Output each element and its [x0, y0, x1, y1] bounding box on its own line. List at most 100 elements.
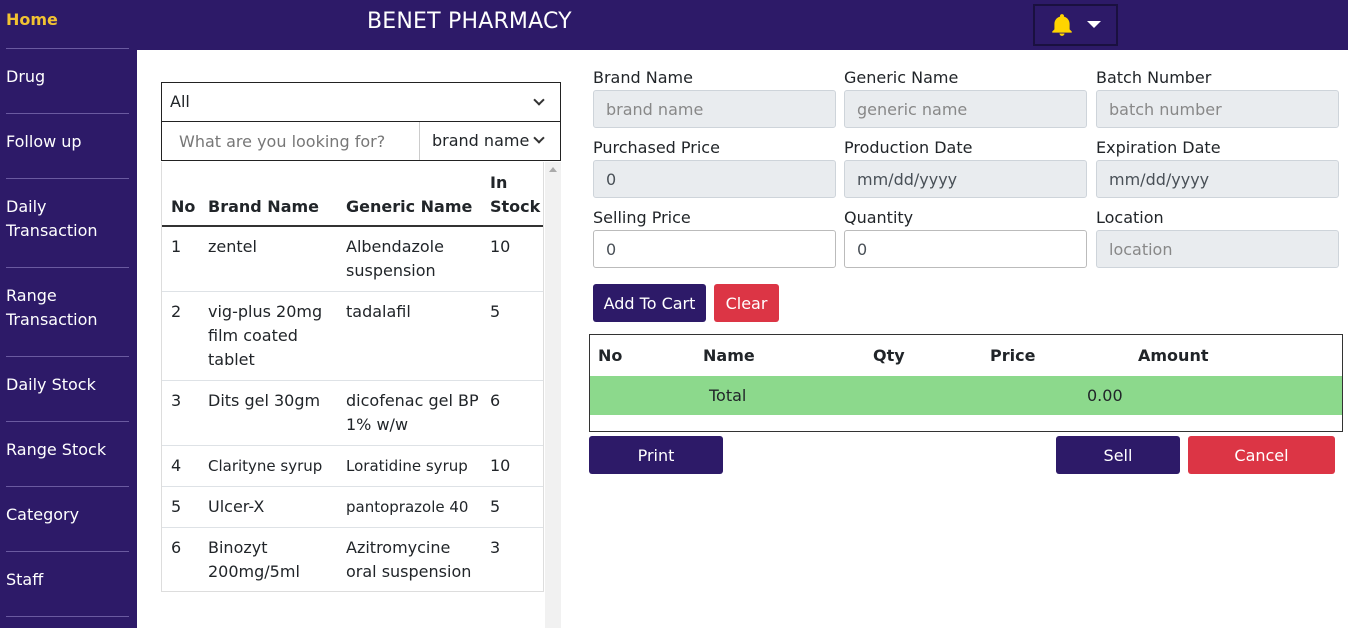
app-title: BENET PHARMACY — [367, 9, 572, 34]
cell-generic-name: Loratidine syrup — [346, 457, 468, 475]
location-field[interactable] — [1096, 230, 1339, 268]
cart-total-row: Total 0.00 — [590, 376, 1342, 415]
row-divider — [162, 486, 543, 487]
cell-in-stock: 10 — [490, 456, 511, 475]
drug-table: No Brand Name Generic Name In Stock 1 ze… — [161, 162, 544, 592]
quantity-field[interactable] — [844, 230, 1087, 268]
column-header-brand-name: Brand Name — [208, 197, 320, 216]
location-label: Location — [1096, 208, 1164, 227]
quantity-label: Quantity — [844, 208, 914, 227]
sidebar-item-range-stock[interactable]: Range Stock — [6, 438, 106, 462]
purchased-price-field[interactable] — [593, 160, 836, 198]
sidebar-item-drug[interactable]: Drug — [6, 65, 45, 89]
selling-price-field[interactable] — [593, 230, 836, 268]
sell-button[interactable]: Sell — [1056, 436, 1180, 474]
production-date-label: Production Date — [844, 138, 973, 157]
table-scrollbar[interactable] — [545, 162, 561, 628]
cell-brand-name: vig-plus 20mg film coated tablet — [208, 302, 323, 369]
cell-brand-name: Binozyt 200mg/5ml — [208, 538, 300, 581]
notification-dropdown-button[interactable] — [1033, 4, 1118, 46]
cell-generic-name: dicofenac gel BP 1% w/w — [346, 391, 479, 434]
print-button[interactable]: Print — [589, 436, 723, 474]
clear-button[interactable]: Clear — [714, 284, 779, 322]
cell-generic-name: Albendazole suspension — [346, 237, 444, 280]
cell-brand-name: Ulcer-X — [208, 497, 265, 516]
cart-header-price: Price — [990, 346, 1036, 365]
column-header-no: No — [171, 197, 196, 216]
sidebar-divider — [6, 178, 129, 179]
cell-in-stock: 3 — [490, 538, 501, 557]
sidebar-item-daily-transaction[interactable]: Daily Transaction — [6, 195, 116, 243]
sidebar: Home Drug Follow up Daily Transaction Ra… — [0, 0, 137, 628]
expiration-date-label: Expiration Date — [1096, 138, 1221, 157]
cell-generic-name: Azitromycine oral suspension — [346, 538, 472, 581]
search-input[interactable] — [162, 122, 420, 160]
top-bar: BENET PHARMACY — [137, 0, 1348, 50]
sidebar-divider — [6, 486, 129, 487]
expiration-date-field[interactable] — [1096, 160, 1339, 198]
sidebar-divider — [6, 616, 129, 617]
batch-number-label: Batch Number — [1096, 68, 1212, 87]
brand-name-label: Brand Name — [593, 68, 693, 87]
row-divider — [162, 380, 543, 381]
cancel-button[interactable]: Cancel — [1188, 436, 1335, 474]
bell-icon — [1052, 14, 1072, 36]
cell-generic-name: tadalafil — [346, 302, 411, 321]
cell-in-stock: 10 — [490, 237, 511, 256]
cell-in-stock: 5 — [490, 302, 501, 321]
sidebar-divider — [6, 267, 129, 268]
generic-name-label: Generic Name — [844, 68, 959, 87]
cell-no: 3 — [171, 391, 182, 410]
cart-total-value: 0.00 — [1087, 386, 1123, 405]
category-select[interactable]: All — [161, 82, 561, 122]
selling-price-label: Selling Price — [593, 208, 691, 227]
cell-brand-name: Clarityne syrup — [208, 457, 323, 475]
scroll-up-arrow-icon[interactable] — [549, 167, 557, 172]
sidebar-item-daily-stock[interactable]: Daily Stock — [6, 373, 96, 397]
cell-brand-name: zentel — [208, 237, 257, 256]
add-to-cart-button[interactable]: Add To Cart — [593, 284, 706, 322]
sidebar-divider — [6, 113, 129, 114]
cell-brand-name: Dits gel 30gm — [208, 391, 321, 410]
production-date-field[interactable] — [844, 160, 1087, 198]
cart-header-name: Name — [703, 346, 755, 365]
chevron-down-icon — [533, 94, 545, 106]
cell-no: 4 — [171, 456, 182, 475]
batch-number-field[interactable] — [1096, 90, 1339, 128]
cart-header-no: No — [598, 346, 623, 365]
cell-no: 2 — [171, 302, 182, 321]
sidebar-divider — [6, 48, 129, 49]
purchased-price-label: Purchased Price — [593, 138, 720, 157]
cell-no: 1 — [171, 237, 182, 256]
row-divider — [162, 291, 543, 292]
cart-header-qty: Qty — [873, 346, 905, 365]
row-divider — [162, 445, 543, 446]
chevron-down-icon — [533, 132, 545, 144]
row-divider — [162, 527, 543, 528]
cell-no: 6 — [171, 538, 182, 557]
category-select-value: All — [170, 92, 190, 111]
generic-name-field[interactable] — [844, 90, 1087, 128]
cell-generic-name: pantoprazole 40 — [346, 498, 469, 516]
caret-down-icon — [1087, 21, 1101, 28]
cell-in-stock: 6 — [490, 391, 501, 410]
sidebar-item-range-transaction[interactable]: Range Transaction — [6, 284, 116, 332]
column-header-in-stock: In Stock — [490, 173, 541, 216]
cart-table: No Name Qty Price Amount Total 0.00 — [589, 334, 1343, 432]
column-header-generic-name: Generic Name — [346, 197, 473, 216]
search-field-value: brand name — [432, 131, 530, 150]
cell-in-stock: 5 — [490, 497, 501, 516]
sidebar-item-home[interactable]: Home — [6, 8, 58, 32]
sidebar-item-follow-up[interactable]: Follow up — [6, 130, 82, 154]
search-row: brand name — [161, 122, 561, 161]
sidebar-item-category[interactable]: Category — [6, 503, 79, 527]
cart-total-label: Total — [709, 386, 747, 405]
cart-header-amount: Amount — [1138, 346, 1209, 365]
sidebar-divider — [6, 421, 129, 422]
brand-name-field[interactable] — [593, 90, 836, 128]
cell-no: 5 — [171, 497, 182, 516]
sidebar-divider — [6, 551, 129, 552]
table-header-divider — [162, 225, 543, 227]
search-field-select[interactable]: brand name — [420, 122, 560, 160]
sidebar-item-staff[interactable]: Staff — [6, 568, 43, 592]
